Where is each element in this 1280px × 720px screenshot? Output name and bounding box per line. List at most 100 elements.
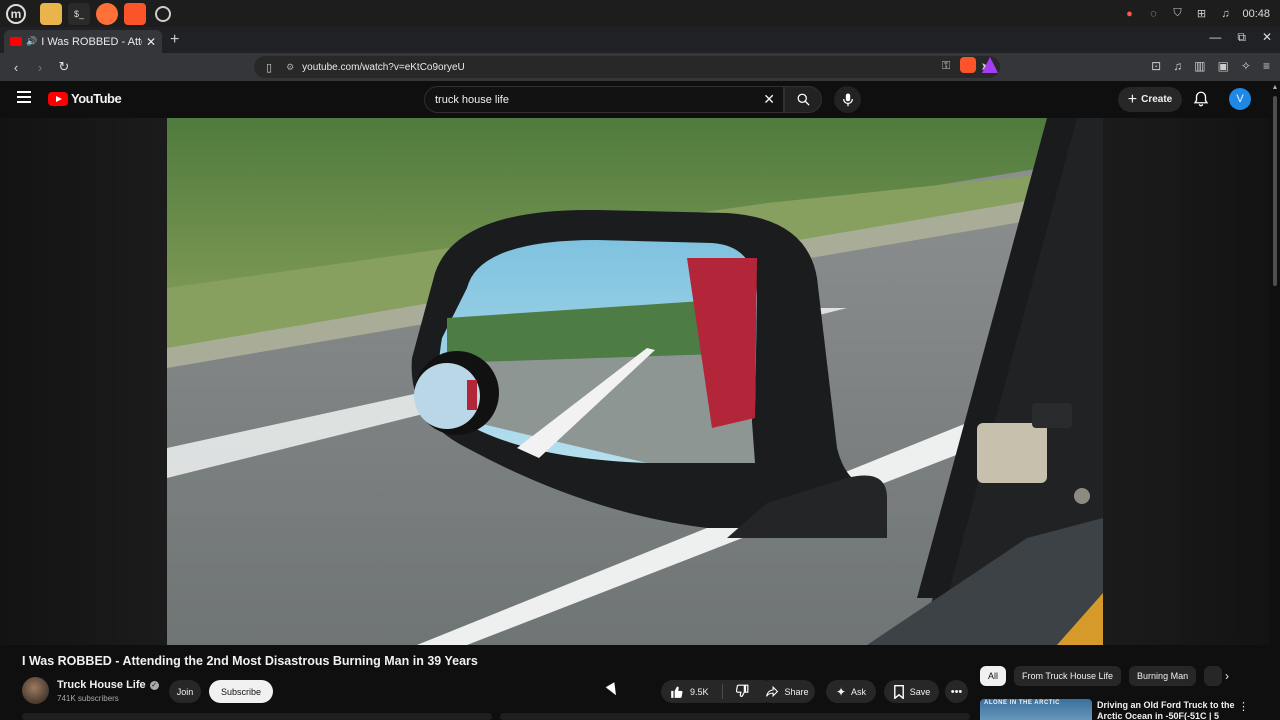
search-input-value[interactable]: truck house life xyxy=(435,94,509,106)
plus-icon: + xyxy=(1127,90,1138,108)
url-text[interactable]: youtube.com/watch?v=eKtCo9oryeU xyxy=(302,62,465,73)
brave-shields-icon[interactable] xyxy=(960,57,976,73)
ask-label: Ask xyxy=(851,686,867,697)
media-icon[interactable]: ♫ xyxy=(1173,59,1182,73)
share-label: Share xyxy=(784,686,809,697)
sidebar-icon[interactable]: ▥ xyxy=(1194,59,1205,73)
chip-all[interactable]: All xyxy=(980,666,1007,686)
speaker-icon[interactable]: 🔊 xyxy=(26,36,37,47)
back-icon[interactable]: ‹ xyxy=(6,60,26,75)
brave-icon[interactable] xyxy=(124,2,146,25)
more-horiz-icon: ••• xyxy=(950,685,963,698)
brave-rewards-icon[interactable] xyxy=(982,57,998,73)
ask-button[interactable]: ✦ Ask xyxy=(826,680,876,703)
mint-menu-icon[interactable]: m xyxy=(6,3,26,24)
firefox-icon[interactable] xyxy=(96,2,118,25)
search-input[interactable]: truck house life ✕ xyxy=(424,86,784,113)
channel-name[interactable]: Truck House Life ✓ xyxy=(57,679,159,691)
network-icon[interactable]: ⊞ xyxy=(1194,7,1208,21)
dislike-button[interactable] xyxy=(723,684,749,700)
close-window-icon[interactable]: ✕ xyxy=(1262,30,1272,45)
scroll-up-icon[interactable]: ▲ xyxy=(1270,84,1280,91)
like-dislike-group: 9.5K xyxy=(661,680,775,703)
voice-search-button[interactable] xyxy=(834,86,861,113)
files-icon[interactable] xyxy=(40,2,62,25)
chip-burning-man[interactable]: Burning Man xyxy=(1129,666,1197,686)
clock[interactable]: 00:48 xyxy=(1242,8,1270,20)
address-bar[interactable]: ▯ ⚙ youtube.com/watch?v=eKtCo9oryeU ⚿ ▭ … xyxy=(254,56,1000,78)
youtube-play-icon xyxy=(48,91,68,106)
recommendation-thumbnail[interactable]: ALONE IN THE ARCTIC xyxy=(980,699,1092,720)
search-button[interactable] xyxy=(784,86,822,113)
video-title: I Was ROBBED - Attending the 2nd Most Di… xyxy=(22,654,478,668)
maximize-icon[interactable]: ⧉ xyxy=(1237,30,1246,45)
share-button[interactable]: Share xyxy=(759,680,815,703)
recommendation-title[interactable]: Driving an Old Ford Truck to the Arctic … xyxy=(1097,700,1237,720)
youtube-logo[interactable]: YouTube xyxy=(48,91,122,106)
site-info-icon[interactable]: ⚙ xyxy=(286,62,294,73)
bookmark-icon[interactable]: ▯ xyxy=(266,61,272,74)
toolbar-right: ⊡ ♫ ▥ ▣ ✧ ≡ xyxy=(1151,59,1270,73)
key-icon[interactable]: ⚿ xyxy=(942,60,950,73)
page-scrollbar[interactable]: ▲ xyxy=(1270,84,1280,720)
youtube-wordmark: YouTube xyxy=(71,91,122,106)
notifications-bell-icon[interactable] xyxy=(1192,90,1210,108)
mouse-cursor-icon xyxy=(605,682,621,698)
join-button[interactable]: Join xyxy=(169,680,201,703)
brave-tray-icon[interactable]: ● xyxy=(1122,7,1136,21)
chromium-icon[interactable] xyxy=(155,5,171,22)
os-taskbar: m $_ ● ◌ ⛉ ⊞ ♫ 00:48 xyxy=(0,0,1280,27)
related-filter-chips: All From Truck House Life Burning Man xyxy=(980,666,1223,686)
youtube-header: YouTube truck house life ✕ + Create V xyxy=(0,81,1280,118)
more-actions-button[interactable]: ••• xyxy=(945,680,968,703)
network-off-icon[interactable]: ◌ xyxy=(1146,7,1160,21)
tab-title: I Was ROBBED - Attending xyxy=(41,35,142,48)
reload-icon[interactable]: ↻ xyxy=(54,59,74,75)
create-button[interactable]: + Create xyxy=(1118,87,1182,112)
thumbs-up-icon xyxy=(671,686,683,698)
save-button[interactable]: Save xyxy=(884,680,939,703)
like-button[interactable]: 9.5K xyxy=(661,684,723,699)
wallet-icon[interactable]: ▣ xyxy=(1218,59,1229,73)
browser-tabstrip: 🔊 I Was ROBBED - Attending ✕ + — ⧉ ✕ xyxy=(0,27,1280,53)
clear-search-icon[interactable]: ✕ xyxy=(763,91,775,108)
subscribe-button[interactable]: Subscribe xyxy=(209,680,273,703)
leo-ai-icon[interactable]: ✧ xyxy=(1241,59,1251,73)
browser-menu-icon[interactable]: ≡ xyxy=(1263,59,1270,73)
brave-extensions xyxy=(960,57,998,73)
comments-box-edge xyxy=(500,713,970,720)
browser-tab[interactable]: 🔊 I Was ROBBED - Attending ✕ xyxy=(4,30,162,53)
share-icon xyxy=(766,685,779,698)
close-tab-icon[interactable]: ✕ xyxy=(146,35,156,49)
recommendation-menu-icon[interactable]: ⋮ xyxy=(1238,700,1249,713)
hamburger-menu-icon[interactable] xyxy=(17,91,31,105)
video-player[interactable] xyxy=(167,118,1103,645)
subscriber-count: 741K subscribers xyxy=(57,694,119,703)
chips-next-icon[interactable]: › xyxy=(1225,669,1229,683)
window-controls: — ⧉ ✕ xyxy=(1209,30,1272,45)
scrollbar-thumb[interactable] xyxy=(1273,96,1277,286)
chip-from-channel[interactable]: From Truck House Life xyxy=(1014,666,1122,686)
screenshot-icon[interactable]: ⊡ xyxy=(1151,59,1161,73)
chip-partial[interactable] xyxy=(1204,666,1223,686)
channel-name-text[interactable]: Truck House Life xyxy=(57,679,146,691)
video-frame xyxy=(167,118,1103,645)
browser-toolbar: ‹ › ↻ ▯ ⚙ youtube.com/watch?v=eKtCo9orye… xyxy=(0,53,1280,81)
system-tray: ● ◌ ⛉ ⊞ ♫ 00:48 xyxy=(1122,0,1270,27)
minimize-icon[interactable]: — xyxy=(1209,30,1221,45)
new-tab-button[interactable]: + xyxy=(170,31,179,49)
save-label: Save xyxy=(909,686,931,697)
music-icon[interactable]: ♫ xyxy=(1218,7,1232,21)
description-box-edge xyxy=(22,713,492,720)
recommendation-thumb-text: ALONE IN THE ARCTIC xyxy=(984,700,1060,706)
shield-icon[interactable]: ⛉ xyxy=(1170,7,1184,21)
youtube-favicon-icon xyxy=(10,37,22,46)
search-icon xyxy=(797,93,810,106)
microphone-icon xyxy=(842,92,853,106)
terminal-icon[interactable]: $_ xyxy=(68,2,90,25)
forward-icon[interactable]: › xyxy=(30,60,50,75)
channel-avatar[interactable] xyxy=(22,677,49,704)
create-label: Create xyxy=(1141,94,1173,105)
account-avatar[interactable]: V xyxy=(1229,88,1251,110)
sparkle-icon: ✦ xyxy=(835,684,847,699)
